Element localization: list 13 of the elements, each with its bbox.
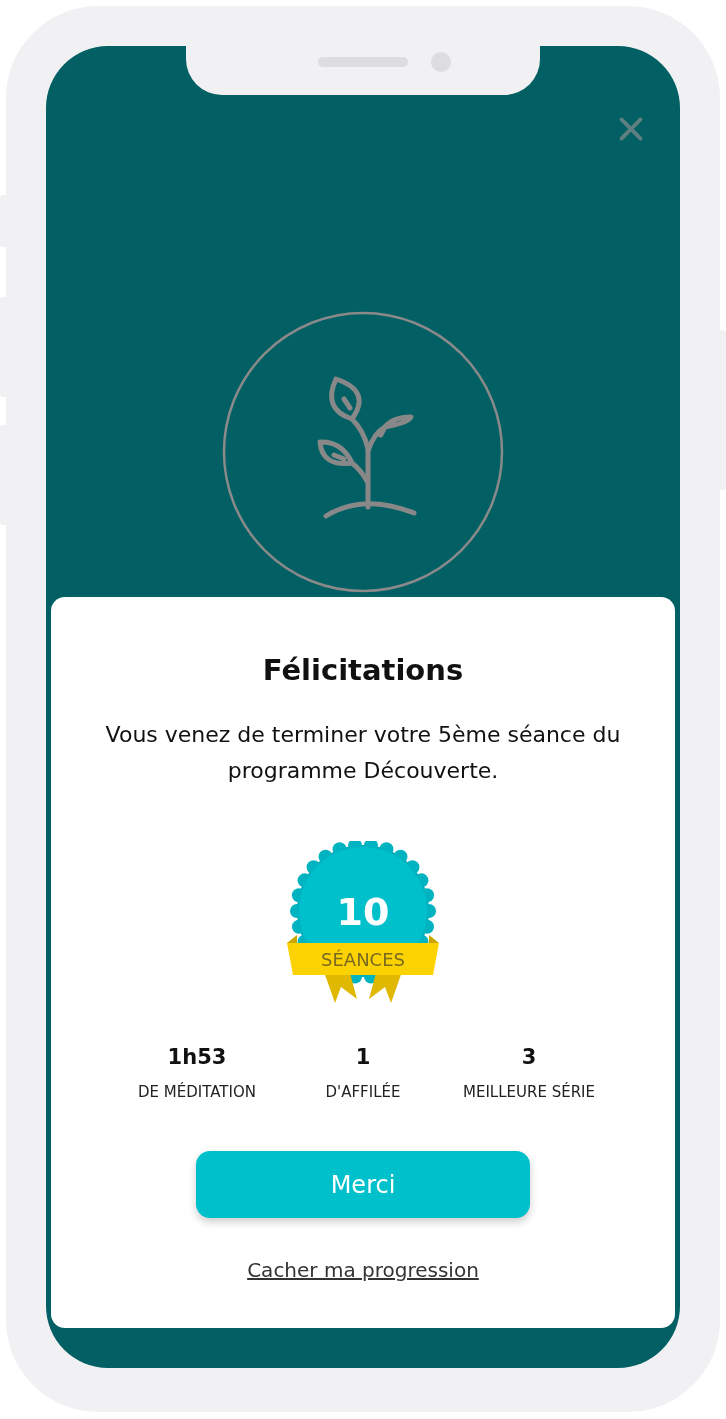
badge-count: 10 [336, 890, 390, 934]
hide-progress-link[interactable]: Cacher ma progression [247, 1258, 479, 1282]
stat-value: 1 [355, 1045, 371, 1069]
title: Félicitations [262, 653, 464, 687]
stat-label: D'AFFILÉE [325, 1083, 401, 1101]
plant-circle-icon [222, 311, 504, 593]
close-icon[interactable] [618, 116, 644, 142]
stat-label: DE MÉDITATION [138, 1083, 256, 1101]
stat-value: 1h53 [167, 1045, 227, 1069]
stat-label: MEILLEURE SÉRIE [463, 1083, 595, 1101]
message: Vous venez de terminer votre 5ème séance du programme Découverte. [104, 721, 622, 785]
stat-value: 3 [521, 1045, 537, 1069]
badge-label: SÉANCES [321, 949, 405, 970]
